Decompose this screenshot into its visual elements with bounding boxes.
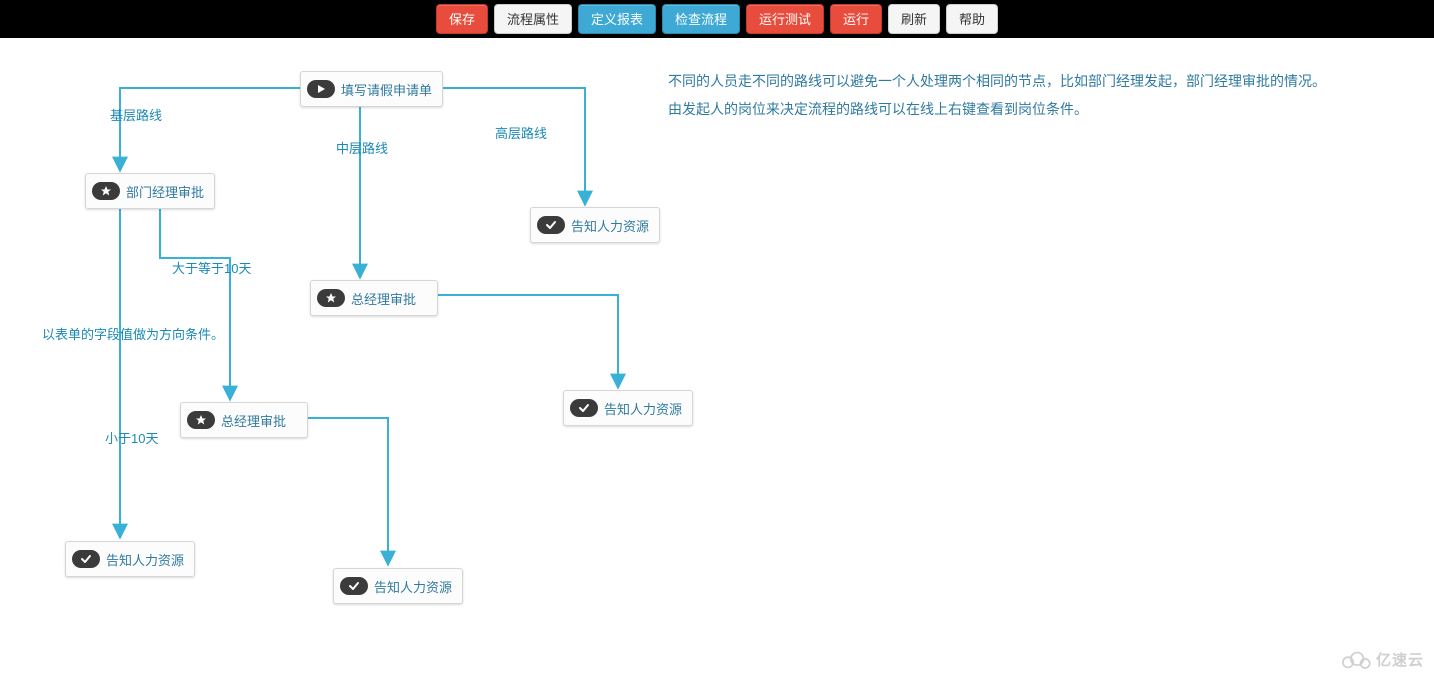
node-gm1[interactable]: 总经理审批 <box>310 280 438 316</box>
flow-canvas[interactable]: 填写请假申请单 部门经理审批 告知人力资源 总经理审批 总经理审批 告知人力资源 <box>0 38 1434 676</box>
help-button[interactable]: 帮助 <box>946 4 998 34</box>
node-label: 告知人力资源 <box>604 399 682 418</box>
run-button[interactable]: 运行 <box>830 4 882 34</box>
star-icon <box>317 289 345 307</box>
check-flow-button[interactable]: 检查流程 <box>662 4 740 34</box>
node-label: 总经理审批 <box>351 289 416 308</box>
node-gm2[interactable]: 总经理审批 <box>180 402 308 438</box>
edge-label-mid: 中层路线 <box>336 138 388 157</box>
star-icon <box>187 411 215 429</box>
node-label: 告知人力资源 <box>571 216 649 235</box>
star-icon <box>92 182 120 200</box>
toolbar: 保存 流程属性 定义报表 检查流程 运行测试 运行 刷新 帮助 <box>0 0 1434 38</box>
save-button[interactable]: 保存 <box>436 4 488 34</box>
watermark: 亿速云 <box>1340 649 1424 670</box>
check-icon <box>340 577 368 595</box>
run-test-button[interactable]: 运行测试 <box>746 4 824 34</box>
check-icon <box>537 216 565 234</box>
node-hr-bot[interactable]: 告知人力资源 <box>333 568 463 604</box>
refresh-button[interactable]: 刷新 <box>888 4 940 34</box>
flow-edges <box>0 38 1434 676</box>
cloud-icon <box>1340 650 1372 670</box>
description-line-2: 由发起人的岗位来决定流程的路线可以在线上右键查看到岗位条件。 <box>668 96 1088 122</box>
edge-label-high: 高层路线 <box>495 123 547 142</box>
watermark-text: 亿速云 <box>1376 649 1424 670</box>
node-label: 告知人力资源 <box>374 577 452 596</box>
node-start[interactable]: 填写请假申请单 <box>300 71 443 107</box>
edge-label-lt10: 小于10天 <box>105 428 158 447</box>
flow-props-button[interactable]: 流程属性 <box>494 4 572 34</box>
play-icon <box>307 80 335 98</box>
define-report-button[interactable]: 定义报表 <box>578 4 656 34</box>
edge-label-low: 基层路线 <box>110 105 162 124</box>
node-hr-mid[interactable]: 告知人力资源 <box>563 390 693 426</box>
check-icon <box>72 550 100 568</box>
check-icon <box>570 399 598 417</box>
node-label: 部门经理审批 <box>126 182 204 201</box>
node-label: 告知人力资源 <box>106 550 184 569</box>
node-label: 填写请假申请单 <box>341 80 432 99</box>
node-hr-left[interactable]: 告知人力资源 <box>65 541 195 577</box>
description-line-1: 不同的人员走不同的路线可以避免一个人处理两个相同的节点，比如部门经理发起，部门经… <box>668 68 1326 94</box>
node-dept-approval[interactable]: 部门经理审批 <box>85 173 215 209</box>
node-hr-top[interactable]: 告知人力资源 <box>530 207 660 243</box>
edge-label-note: 以表单的字段值做为方向条件。 <box>42 324 224 343</box>
node-label: 总经理审批 <box>221 411 286 430</box>
edge-label-gte10: 大于等于10天 <box>172 258 251 277</box>
